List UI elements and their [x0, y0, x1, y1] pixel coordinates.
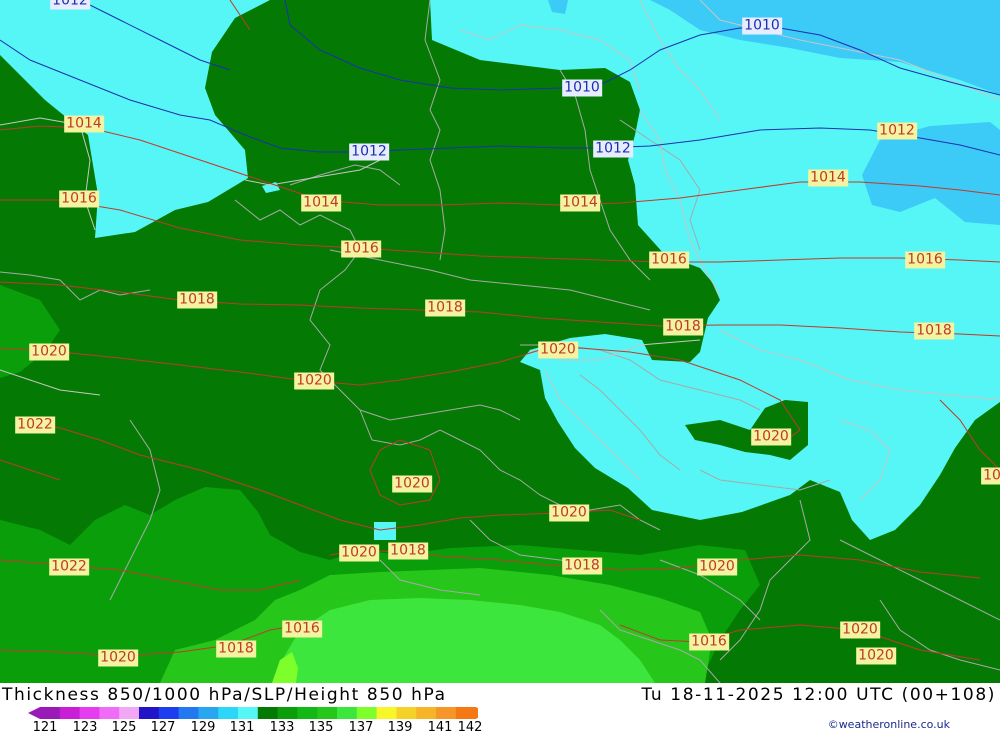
legend-swatch: [436, 707, 457, 719]
isobar-label: 1020: [294, 372, 334, 390]
color-legend: [28, 707, 478, 719]
legend-swatch: [119, 707, 140, 719]
map-footer: Thickness 850/1000 hPa/SLP/Height 850 hP…: [0, 683, 1000, 735]
cyan-spot: [374, 522, 396, 540]
isobar-label: 1018: [388, 542, 428, 560]
legend-swatch: [79, 707, 100, 719]
isobar-label: 10: [981, 467, 1000, 485]
isobar-label: 1020: [392, 475, 432, 493]
legend-swatch: [277, 707, 298, 719]
legend-swatch: [238, 707, 259, 719]
isobar-label: 1016: [59, 190, 99, 208]
legend-arrow-right: [475, 707, 478, 719]
isobar-label: 1014: [301, 194, 341, 212]
isobar-label: 1020: [29, 343, 69, 361]
isobar-label: 1018: [914, 322, 954, 340]
isobar-label: 1018: [425, 299, 465, 317]
legend-swatch: [317, 707, 338, 719]
isobar-label: 1016: [282, 620, 322, 638]
legend-swatch: [356, 707, 378, 719]
isobar-label: 1020: [840, 621, 880, 639]
map-title: Thickness 850/1000 hPa/SLP/Height 850 hP…: [2, 685, 447, 705]
weather-map: [0, 0, 1000, 683]
isobar-label: 1014: [808, 169, 848, 187]
legend-swatch: [59, 707, 81, 719]
legend-arrow-left: [28, 707, 40, 719]
legend-swatch: [218, 707, 239, 719]
isobar-label: 1020: [751, 428, 791, 446]
isobar-label: 1010: [562, 79, 602, 97]
legend-swatch: [257, 707, 279, 719]
isobar-label: 1020: [98, 649, 138, 667]
legend-swatch: [337, 707, 358, 719]
legend-swatch: [376, 707, 397, 719]
isobar-label: 1018: [216, 640, 256, 658]
isobar-label: 1016: [689, 633, 729, 651]
isobar-label: 1020: [697, 558, 737, 576]
isobar-label: 1020: [856, 647, 896, 665]
legend-swatch: [139, 707, 160, 719]
legend-swatch: [297, 707, 318, 719]
isobar-label: 1016: [649, 251, 689, 269]
legend-swatch: [198, 707, 219, 719]
isobar-label: 1014: [64, 115, 104, 133]
legend-swatch: [40, 707, 61, 719]
isobar-label: 1020: [339, 544, 379, 562]
legend-swatch: [99, 707, 120, 719]
isobar-label: 1018: [562, 557, 602, 575]
isobar-label: 1022: [15, 416, 55, 434]
legend-swatch: [178, 707, 199, 719]
isobar-label: 1012: [50, 0, 90, 10]
legend-swatch: [455, 707, 477, 719]
isobar-label: 1012: [877, 122, 917, 140]
isobar-label: 1016: [341, 240, 381, 258]
credit-link[interactable]: ©weatheronline.co.uk: [828, 718, 950, 731]
isobar-label: 1018: [177, 291, 217, 309]
legend-swatch: [396, 707, 417, 719]
isobar-label: 1012: [593, 140, 633, 158]
isobar-label: 1020: [549, 504, 589, 522]
isobar-label: 1010: [742, 17, 782, 35]
isobar-label: 1020: [538, 341, 578, 359]
isobar-label: 1022: [49, 558, 89, 576]
isobar-label: 1016: [905, 251, 945, 269]
isobar-label: 1012: [349, 143, 389, 161]
isobar-label: 1014: [560, 194, 600, 212]
forecast-timestamp: Tu 18-11-2025 12:00 UTC (00+108): [641, 685, 996, 705]
legend-swatch: [158, 707, 180, 719]
isobar-label: 1018: [663, 318, 703, 336]
legend-swatch: [416, 707, 437, 719]
